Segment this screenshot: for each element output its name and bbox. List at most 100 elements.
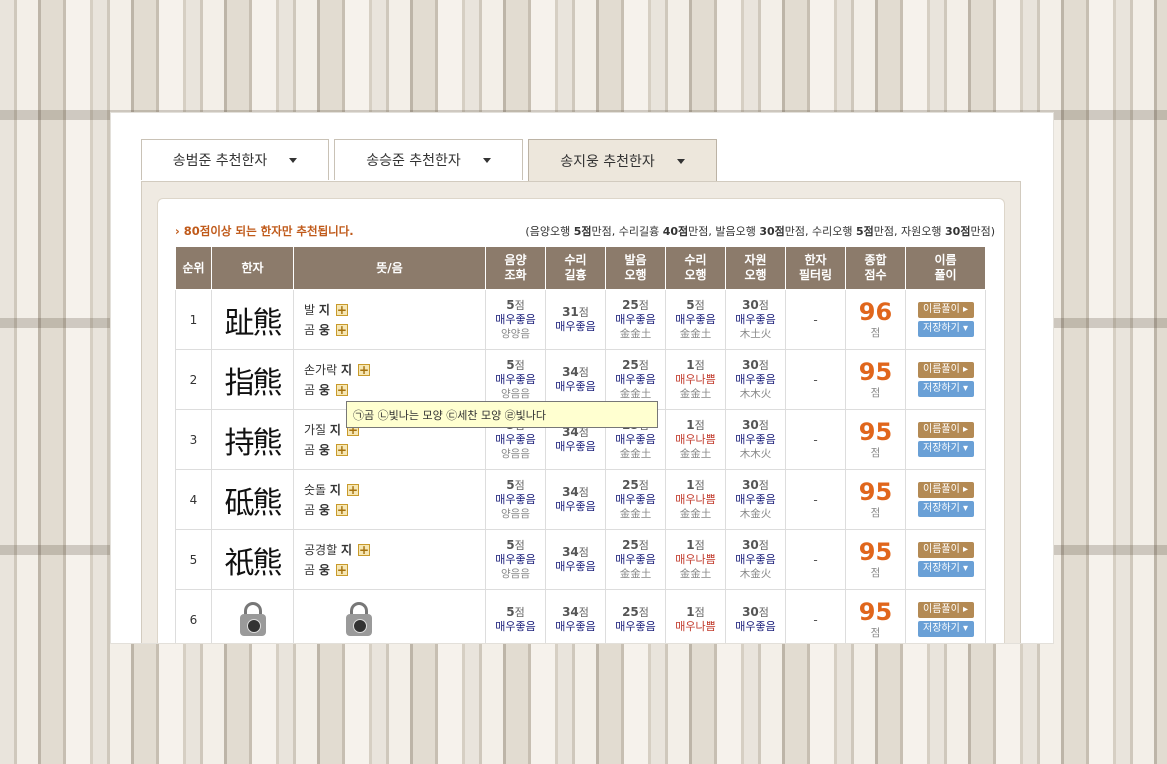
score-grade: 매우좋음 <box>555 320 596 333</box>
total-cell: 95 점 <box>845 589 906 643</box>
column-header: 한자 <box>211 246 294 290</box>
score-detail: 金金土 <box>679 388 712 400</box>
save-button[interactable]: 저장하기 ▾ <box>917 501 974 517</box>
save-button[interactable]: 저장하기 ▾ <box>917 381 974 397</box>
legend-part: 5점 <box>573 225 592 238</box>
plus-icon[interactable]: + <box>358 543 370 556</box>
score-points: 25점 <box>606 538 665 553</box>
total-cell: 95 점 <box>845 409 906 470</box>
total-score: 95 <box>858 598 893 626</box>
name-analysis-button[interactable]: 이름풀이 ▸ <box>917 602 974 618</box>
plus-icon[interactable]: + <box>335 303 348 316</box>
save-button[interactable]: 저장하기 ▾ <box>917 561 974 577</box>
score-grade: 매우나쁨 <box>675 493 716 506</box>
plus-icon[interactable]: + <box>335 323 348 336</box>
score-cell-eumyang: 5점 매우좋음 양양음 <box>485 289 546 350</box>
plus-icon[interactable]: + <box>335 383 348 396</box>
tab-label: 송지웅 추천한자 <box>560 154 655 170</box>
score-value: 30 <box>742 605 759 619</box>
meaning-line: 곰 웅 + <box>304 380 485 400</box>
sound-char: 지 <box>329 422 341 437</box>
score-detail: 金金土 <box>679 568 712 580</box>
score-points: 34점 <box>546 605 605 620</box>
point-unit: 점 <box>758 419 769 432</box>
score-grade: 매우좋음 <box>675 313 716 326</box>
save-button[interactable]: 저장하기 ▾ <box>917 441 974 457</box>
score-cell-eumyang: 5점매우좋음양음음 <box>485 469 546 530</box>
score-grade: 매우좋음 <box>735 433 776 446</box>
meaning-line: 공경할 지 + <box>304 540 485 560</box>
score-detail: 木木火 <box>739 448 772 460</box>
score-grade: 매우좋음 <box>735 620 776 633</box>
score-value: 5 <box>686 298 695 312</box>
point-unit: 점 <box>578 606 589 619</box>
hanja-cell: 持熊 <box>211 409 294 470</box>
point-unit: 점 <box>694 359 705 372</box>
point-unit: 점 <box>638 359 649 372</box>
score-detail: 金金土 <box>619 508 652 520</box>
table-row: 5 祇熊 공경할 지 + 곰 웅 +5점 매우좋음 양음음 34점 매우좋음 25점 매우좋음 金金土 1… <box>175 529 986 590</box>
legend-part: 만점, 수리오행 <box>784 225 857 238</box>
score-points: 5점 <box>486 538 545 553</box>
meaning-word: 공경할 <box>304 542 338 557</box>
table-row: 6 5점 매우좋음 34점 매우좋음 25점 매우좋음 1점 매우나쁨 30점 매우좋음 -95 점 이름… <box>175 589 986 643</box>
plus-icon[interactable]: + <box>335 443 348 456</box>
hanja-text: 指熊 <box>224 365 283 401</box>
table-row: 1 趾熊 발 지 + 곰 웅 +5점 매우좋음 양양음 31점 매우좋음 25점 매우좋음 金金土 5점 매… <box>175 289 986 350</box>
point-unit: 점 <box>514 359 525 372</box>
tab-name-1[interactable]: 송범준 추천한자 <box>141 139 329 180</box>
meaning-line: 곰 웅 + <box>304 440 485 460</box>
score-value: 34 <box>562 605 579 619</box>
name-analysis-button[interactable]: 이름풀이 ▸ <box>917 302 974 318</box>
legend-part: 만점, 수리길흉 <box>591 225 663 238</box>
filter-cell: - <box>785 289 846 350</box>
total-cell: 95 점 <box>845 529 906 590</box>
name-analysis-button[interactable]: 이름풀이 ▸ <box>917 542 974 558</box>
name-analysis-button[interactable]: 이름풀이 ▸ <box>917 362 974 378</box>
rank-cell: 5 <box>175 529 212 590</box>
score-value: 30 <box>742 538 759 552</box>
score-value: 5 <box>506 298 515 312</box>
score-grade: 매우나쁨 <box>675 433 716 446</box>
name-analysis-button[interactable]: 이름풀이 ▸ <box>917 422 974 438</box>
notice-row: › 80점이상 되는 한자만 추천됩니다. (음양오행 5점만점, 수리길흉 4… <box>175 223 995 239</box>
meaning-word: 손가락 <box>304 362 338 377</box>
score-points: 30점 <box>726 605 785 620</box>
table-header: 순위 한자 뜻/음 음양 조화 수리 길흉 발음 오행 수리 오행 자원 오행 한자 필터링 종합… <box>175 246 986 290</box>
name-analysis-button[interactable]: 이름풀이 ▸ <box>917 482 974 498</box>
action-cell: 이름풀이 ▸ 저장하기 ▾ <box>905 409 986 470</box>
point-unit: 점 <box>578 366 589 379</box>
plus-icon[interactable]: + <box>335 503 348 516</box>
plus-icon[interactable]: + <box>346 483 359 496</box>
plus-icon[interactable]: + <box>358 363 370 376</box>
sound-char: 웅 <box>318 442 330 457</box>
score-points: 1점 <box>666 538 725 553</box>
tab-name-3[interactable]: 송지웅 추천한자 <box>528 139 717 182</box>
save-button[interactable]: 저장하기 ▾ <box>917 321 974 337</box>
score-value: 25 <box>622 605 639 619</box>
score-cell-jawon: 30점 매우좋음 木土火 <box>725 289 786 350</box>
score-detail: 양양음 <box>501 328 530 340</box>
column-header: 한자 필터링 <box>785 246 846 290</box>
plus-icon[interactable]: + <box>335 563 348 576</box>
total-score: 95 <box>858 418 893 446</box>
score-grade: 매우좋음 <box>615 620 656 633</box>
score-grade: 매우좋음 <box>495 313 536 326</box>
column-header: 수리 오행 <box>665 246 726 290</box>
meaning-line: 곰 웅 + <box>304 500 485 520</box>
score-cell-eumyang: 5점매우좋음양음음 <box>485 529 546 590</box>
score-points: 31점 <box>546 305 605 320</box>
meaning-text: 공경할 지 <box>304 540 352 560</box>
tab-label: 송범준 추천한자 <box>172 153 268 169</box>
point-unit: 점 <box>758 359 769 372</box>
score-detail: 金金土 <box>679 328 712 340</box>
tab-name-2[interactable]: 송승준 추천한자 <box>334 139 523 180</box>
score-value: 1 <box>686 478 695 492</box>
column-header: 자원 오행 <box>725 246 786 290</box>
save-button[interactable]: 저장하기 ▾ <box>917 621 974 637</box>
score-grade: 매우좋음 <box>615 313 656 326</box>
score-grade: 매우좋음 <box>615 493 656 506</box>
score-grade: 매우좋음 <box>735 553 776 566</box>
point-unit: 점 <box>870 387 881 399</box>
point-unit: 점 <box>694 539 705 552</box>
